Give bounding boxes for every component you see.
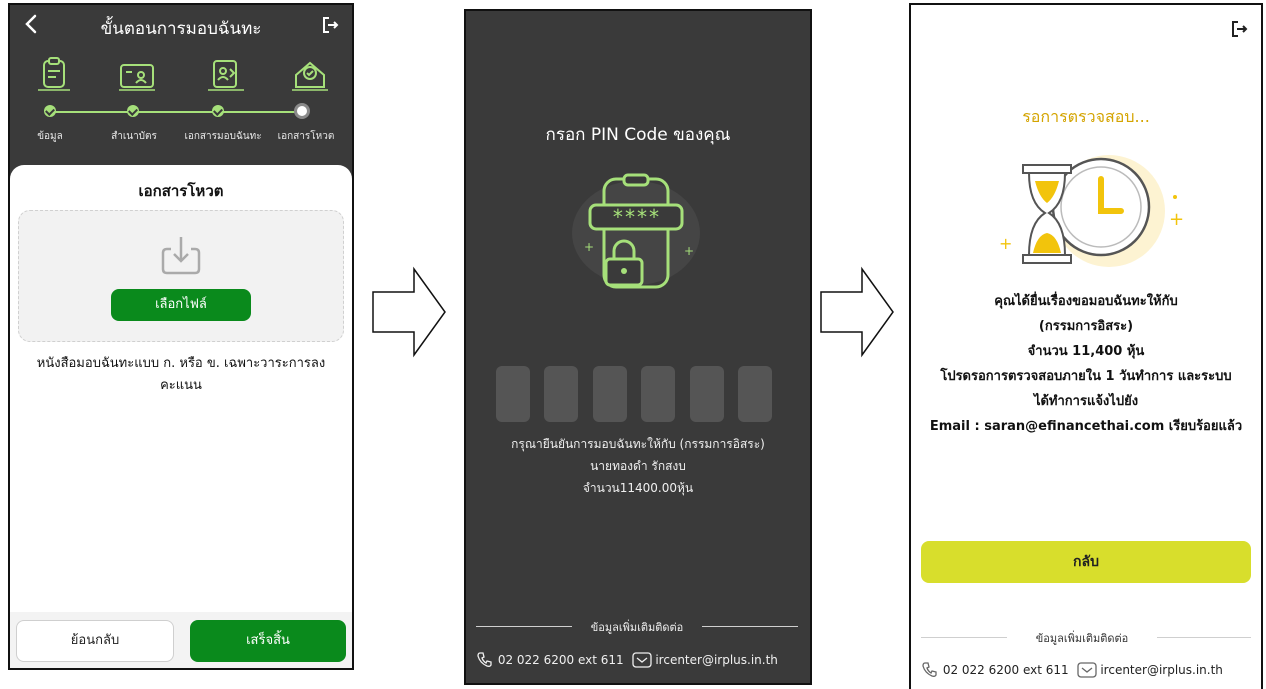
pin-digit-box[interactable] [690,366,724,422]
mail-icon [1076,662,1097,678]
back-button[interactable]: กลับ [921,541,1251,583]
step-current-dot [294,103,310,119]
contact-row: 02 022 6200 ext 611 ircenter@irplus.in.t… [476,651,778,669]
result-line: (กรรมการอิสระ) [1038,319,1134,334]
step-connector [50,111,302,113]
pin-screen: กรอก PIN Code ของคุณ **** + + กรุณายืนยั… [464,9,812,685]
proxy-steps-screen: ขั้นตอนการมอบฉันทะ ข้อมูล สำเนาบัตร เอกส… [8,3,354,670]
document-icon [38,57,70,91]
logout-icon[interactable] [1229,19,1249,39]
waiting-title: รอการตรวจสอบ... [1022,107,1150,126]
result-line: Email : saran@efinancethai.com เรียบร้อย… [929,419,1243,434]
contact-email[interactable]: ircenter@irplus.in.th [655,653,778,667]
upload-panel: เอกสารโหวต เลือกไฟล์ หนังสือมอบฉันทะแบบ … [10,165,352,668]
footer-bar: ย้อนกลับ เสร็จสิ้น [10,612,352,668]
phone-icon [477,652,492,667]
id-card-icon [119,64,155,91]
vote-box-icon [292,61,328,91]
pin-digit-box[interactable] [593,366,627,422]
choose-file-button[interactable]: เลือกไฟล์ [111,289,251,321]
panel-title: เอกสารโหวต [138,182,224,200]
contact-label: ข้อมูลเพิ่มเติมติดต่อ [590,621,684,634]
divider [1157,637,1251,638]
step-progress: ข้อมูล สำเนาบัตร เอกสารมอบฉันทะ เอกสารโห… [10,57,352,157]
pin-digit-box[interactable] [641,366,675,422]
proxy-document-icon [208,60,244,91]
result-message: คุณได้ยื่นเรื่องขอมอบฉันทะให้กับ (กรรมกา… [911,289,1261,439]
file-dropzone[interactable]: เลือกไฟล์ [18,210,344,342]
result-line: ได้ทำการแจ้งไปยัง [1033,394,1139,409]
contact-label: ข้อมูลเพิ่มเติมติดต่อ [1035,632,1129,645]
pin-digit-box[interactable] [738,366,772,422]
hourglass-clock-icon: + + [999,155,1184,267]
confirm-message: กรุณายืนยันการมอบฉันทะให้กับ (กรรมการอิส… [466,433,810,499]
step-done-dot [212,105,224,117]
confirm-line: จำนวน11400.00หุ้น [582,481,694,495]
contact-email[interactable]: ircenter@irplus.in.th [1100,663,1223,677]
pin-mask: **** [612,205,660,229]
phone-lock-icon: **** + + [572,173,700,289]
phone-icon [922,662,937,677]
step-label: เอกสารมอบฉันทะ [184,131,262,142]
right-arrow-icon [820,266,894,358]
pin-title: กรอก PIN Code ของคุณ [545,125,731,145]
document-description: หนังสือมอบฉันทะแบบ ก. หรือ ข. เฉพาะวาระก… [36,356,326,393]
waiting-screen: รอการตรวจสอบ... + + คุณได้ยื่นเรื่องขอมอ… [909,3,1263,689]
step-label: ข้อมูล [37,131,63,142]
svg-text:+: + [999,234,1012,253]
step-label: สำเนาบัตร [111,131,157,142]
confirm-line: นายทองดำ รักสงบ [590,459,686,473]
svg-text:+: + [1169,209,1184,230]
contact-row: 02 022 6200 ext 611 ircenter@irplus.in.t… [921,661,1223,679]
pin-input[interactable] [496,366,780,422]
mail-icon [631,652,652,668]
back-button[interactable]: ย้อนกลับ [16,620,174,662]
svg-text:+: + [684,244,694,258]
step-done-dot [127,105,139,117]
result-line: จำนวน 11,400 หุ้น [1027,344,1145,359]
right-arrow-icon [372,266,446,358]
divider [921,637,1007,638]
page-title: ขั้นตอนการมอบฉันทะ [100,19,262,39]
result-line: โปรดรอการตรวจสอบภายใน 1 วันทำการ และระบบ [940,369,1232,384]
svg-text:+: + [584,240,594,254]
divider [702,626,798,627]
pin-digit-box[interactable] [496,366,530,422]
divider [476,626,572,627]
finish-button[interactable]: เสร็จสิ้น [190,620,346,662]
pin-digit-box[interactable] [544,366,578,422]
logout-icon[interactable] [320,15,340,35]
contact-phone[interactable]: 02 022 6200 ext 611 [498,653,624,667]
result-line: คุณได้ยื่นเรื่องขอมอบฉันทะให้กับ [994,294,1178,309]
confirm-line: กรุณายืนยันการมอบฉันทะให้กับ (กรรมการอิส… [511,437,765,451]
step-label: เอกสารโหวต [277,131,335,142]
download-icon [161,237,201,275]
top-bar: ขั้นตอนการมอบฉันทะ [10,5,352,47]
contact-phone[interactable]: 02 022 6200 ext 611 [943,663,1069,677]
step-done-dot [44,105,56,117]
